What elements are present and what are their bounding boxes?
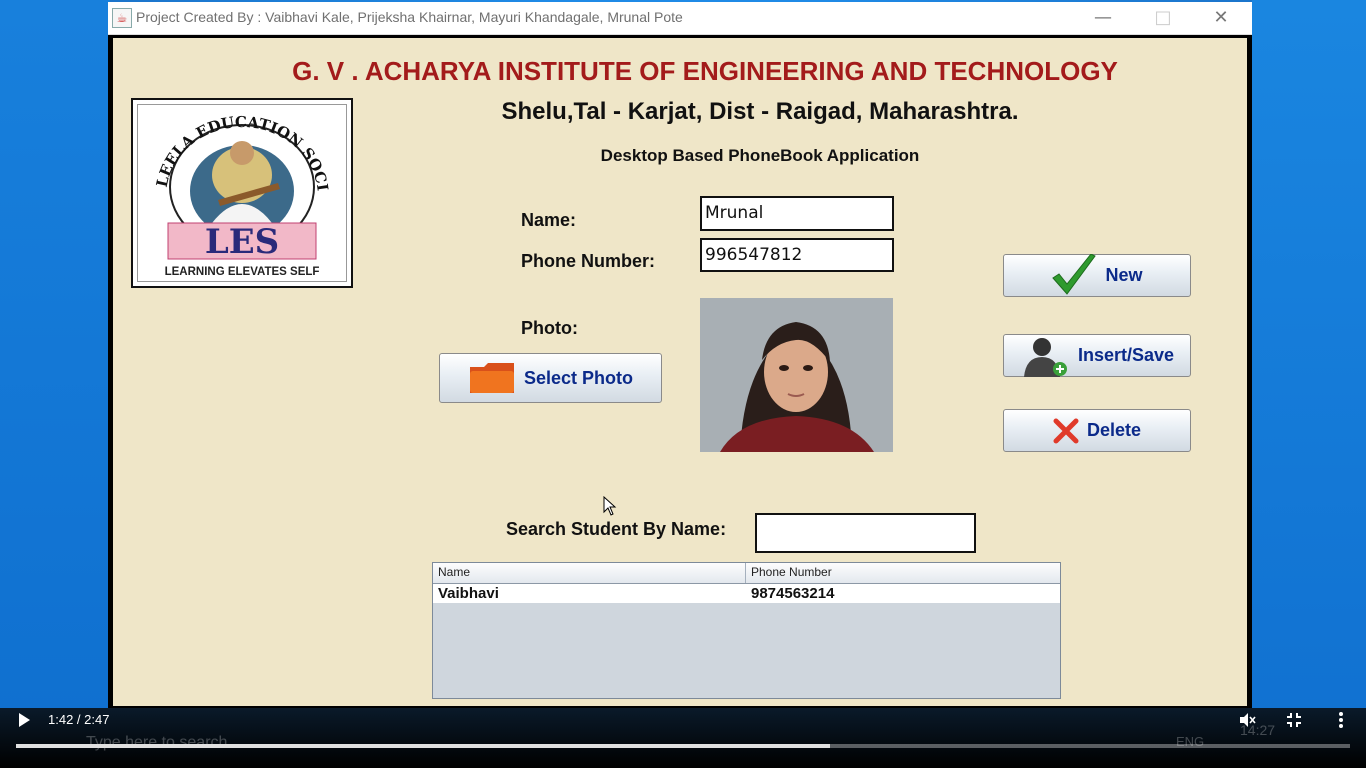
- les-logo-graphic: LEELA EDUCATION SOCIETY LES LEARNING ELE…: [132, 91, 332, 278]
- delete-button[interactable]: Delete: [1003, 409, 1191, 452]
- new-button[interactable]: New: [1003, 253, 1191, 297]
- phone-label: Phone Number:: [521, 251, 656, 271]
- delete-button-label: Delete: [1086, 420, 1142, 440]
- java-app-icon: ☕: [112, 8, 132, 28]
- les-logo: LEELA EDUCATION SOCIETY LES LEARNING ELE…: [131, 91, 353, 288]
- checkmark-icon: [1052, 253, 1097, 295]
- mute-icon[interactable]: [1238, 711, 1256, 729]
- play-icon[interactable]: [16, 712, 32, 728]
- app-window: ☕ Project Created By : Vaibhavi Kale, Pr…: [108, 2, 1252, 708]
- delete-x-icon: [1053, 418, 1079, 443]
- logo-tagline: LEARNING ELEVATES SELF: [165, 266, 320, 278]
- name-label: Name:: [521, 210, 577, 230]
- new-button-label: New: [1105, 265, 1143, 285]
- mouse-cursor-icon: [603, 496, 617, 516]
- desktop-background-left: [0, 0, 110, 768]
- logo-les-text: LES: [205, 222, 279, 262]
- column-header-phone[interactable]: Phone Number: [751, 565, 832, 579]
- more-options-icon[interactable]: [1336, 711, 1346, 729]
- institute-title: G. V . ACHARYA INSTITUTE OF ENGINEERING …: [292, 56, 1118, 86]
- column-header-name[interactable]: Name: [438, 565, 470, 579]
- minimize-icon[interactable]: —: [1074, 2, 1132, 34]
- phone-field[interactable]: 996547812: [700, 238, 894, 272]
- insert-save-button-label: Insert/Save: [1077, 345, 1175, 365]
- search-input[interactable]: [755, 513, 976, 553]
- name-field[interactable]: Mrunal: [700, 196, 894, 231]
- title-bar[interactable]: ☕ Project Created By : Vaibhavi Kale, Pr…: [108, 2, 1252, 35]
- contacts-table[interactable]: Name Phone Number Vaibhavi 9874563214: [432, 562, 1061, 699]
- main-panel: G. V . ACHARYA INSTITUTE OF ENGINEERING …: [113, 38, 1247, 706]
- select-photo-label: Select Photo: [523, 367, 634, 388]
- student-photo: [700, 298, 893, 452]
- search-label: Search Student By Name:: [506, 519, 727, 539]
- table-cell-phone: 9874563214: [751, 585, 835, 602]
- select-photo-button[interactable]: Select Photo: [439, 353, 662, 403]
- exit-fullscreen-icon[interactable]: [1286, 712, 1302, 728]
- close-icon[interactable]: ✕: [1192, 2, 1250, 34]
- window-title: Project Created By : Vaibhavi Kale, Prij…: [136, 9, 683, 25]
- photo-label: Photo:: [521, 318, 578, 338]
- table-cell-name: Vaibhavi: [438, 585, 499, 602]
- maximize-icon[interactable]: □: [1134, 2, 1192, 34]
- taskbar-search-placeholder: Type here to search: [86, 734, 228, 751]
- playback-time: 1:42 / 2:47: [48, 712, 110, 727]
- table-header: Name Phone Number: [433, 563, 1060, 584]
- folder-icon: [469, 363, 514, 393]
- video-progress-fill: [16, 744, 830, 748]
- table-row[interactable]: Vaibhavi 9874563214: [433, 584, 1060, 603]
- video-progress-bar[interactable]: [16, 744, 1350, 748]
- add-user-icon: [1023, 337, 1067, 377]
- insert-save-button[interactable]: Insert/Save: [1003, 334, 1191, 377]
